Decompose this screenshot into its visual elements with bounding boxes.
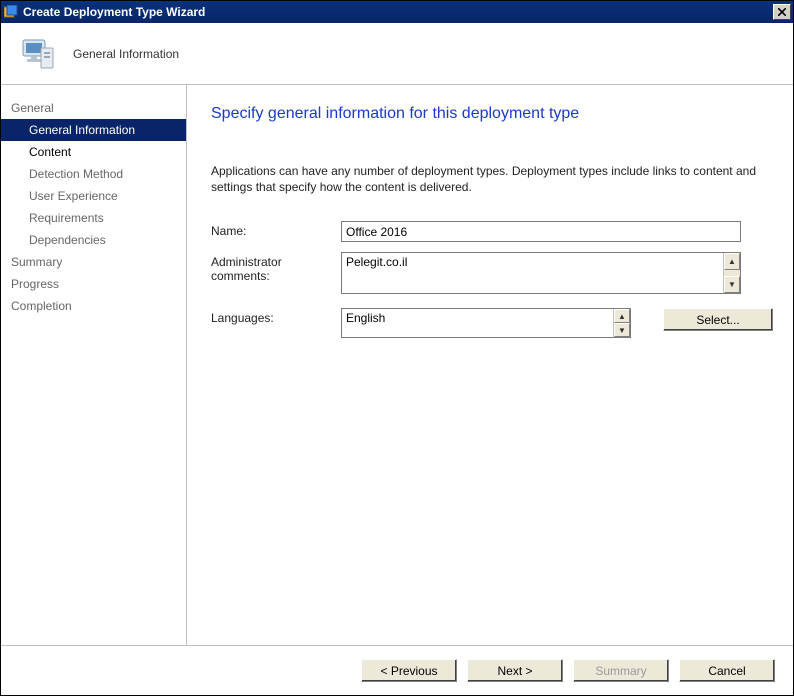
nav-item-requirements[interactable]: Requirements bbox=[1, 207, 186, 229]
label-languages: Languages: bbox=[211, 308, 341, 325]
scroll-up-icon[interactable]: ▲ bbox=[614, 309, 630, 323]
scroll-up-icon[interactable]: ▲ bbox=[724, 253, 740, 270]
app-icon bbox=[3, 4, 19, 20]
previous-button[interactable]: < Previous bbox=[361, 659, 457, 682]
scroll-down-icon[interactable]: ▼ bbox=[614, 323, 630, 337]
scroll-down-icon[interactable]: ▼ bbox=[724, 276, 740, 293]
scrollbar[interactable]: ▲ ▼ bbox=[723, 253, 740, 293]
wizard-footer: < Previous Next > Summary Cancel bbox=[1, 645, 793, 695]
name-input[interactable] bbox=[341, 221, 741, 242]
nav-item-progress[interactable]: Progress bbox=[1, 273, 186, 295]
label-name: Name: bbox=[211, 221, 341, 238]
page-description: Applications can have any number of depl… bbox=[211, 163, 771, 195]
header-band: General Information bbox=[1, 23, 793, 85]
close-button[interactable] bbox=[773, 4, 791, 20]
computer-icon bbox=[17, 34, 57, 74]
select-languages-button[interactable]: Select... bbox=[663, 308, 773, 331]
page-heading: Specify general information for this dep… bbox=[211, 105, 773, 123]
nav-item-label: Detection Method bbox=[29, 167, 123, 181]
languages-listbox[interactable]: English ▲ ▼ bbox=[341, 308, 631, 338]
nav-item-label: Summary bbox=[11, 255, 62, 269]
header-title: General Information bbox=[73, 47, 179, 61]
languages-value: English bbox=[342, 309, 613, 337]
sidebar: General General Information Content Dete… bbox=[1, 85, 187, 645]
nav-group-general: General bbox=[1, 97, 186, 119]
window-title: Create Deployment Type Wizard bbox=[23, 5, 773, 19]
nav-item-general-information[interactable]: General Information bbox=[1, 119, 186, 141]
row-languages: Languages: English ▲ ▼ Select... bbox=[211, 308, 773, 338]
nav-item-label: Content bbox=[29, 145, 71, 159]
summary-button: Summary bbox=[573, 659, 669, 682]
scrollbar[interactable]: ▲ ▼ bbox=[613, 309, 630, 337]
nav-item-dependencies[interactable]: Dependencies bbox=[1, 229, 186, 251]
nav-item-label: Requirements bbox=[29, 211, 104, 225]
next-button[interactable]: Next > bbox=[467, 659, 563, 682]
cancel-button[interactable]: Cancel bbox=[679, 659, 775, 682]
nav-item-completion[interactable]: Completion bbox=[1, 295, 186, 317]
comments-box: ▲ ▼ bbox=[341, 252, 741, 294]
body-area: General General Information Content Dete… bbox=[1, 85, 793, 645]
row-comments: Administrator comments: ▲ ▼ bbox=[211, 252, 773, 294]
nav-item-summary[interactable]: Summary bbox=[1, 251, 186, 273]
nav-item-label: Progress bbox=[11, 277, 59, 291]
nav-item-label: Dependencies bbox=[29, 233, 106, 247]
row-name: Name: bbox=[211, 221, 773, 242]
titlebar: Create Deployment Type Wizard bbox=[1, 1, 793, 23]
nav-item-user-experience[interactable]: User Experience bbox=[1, 185, 186, 207]
wizard-window: Create Deployment Type Wizard General In… bbox=[0, 0, 794, 696]
nav-item-label: General Information bbox=[29, 123, 135, 137]
label-comments: Administrator comments: bbox=[211, 252, 341, 283]
nav-item-label: Completion bbox=[11, 299, 72, 313]
content-panel: Specify general information for this dep… bbox=[187, 85, 793, 645]
nav-item-content[interactable]: Content bbox=[1, 141, 186, 163]
comments-input[interactable] bbox=[342, 253, 723, 293]
nav-item-label: User Experience bbox=[29, 189, 118, 203]
nav-item-detection-method[interactable]: Detection Method bbox=[1, 163, 186, 185]
